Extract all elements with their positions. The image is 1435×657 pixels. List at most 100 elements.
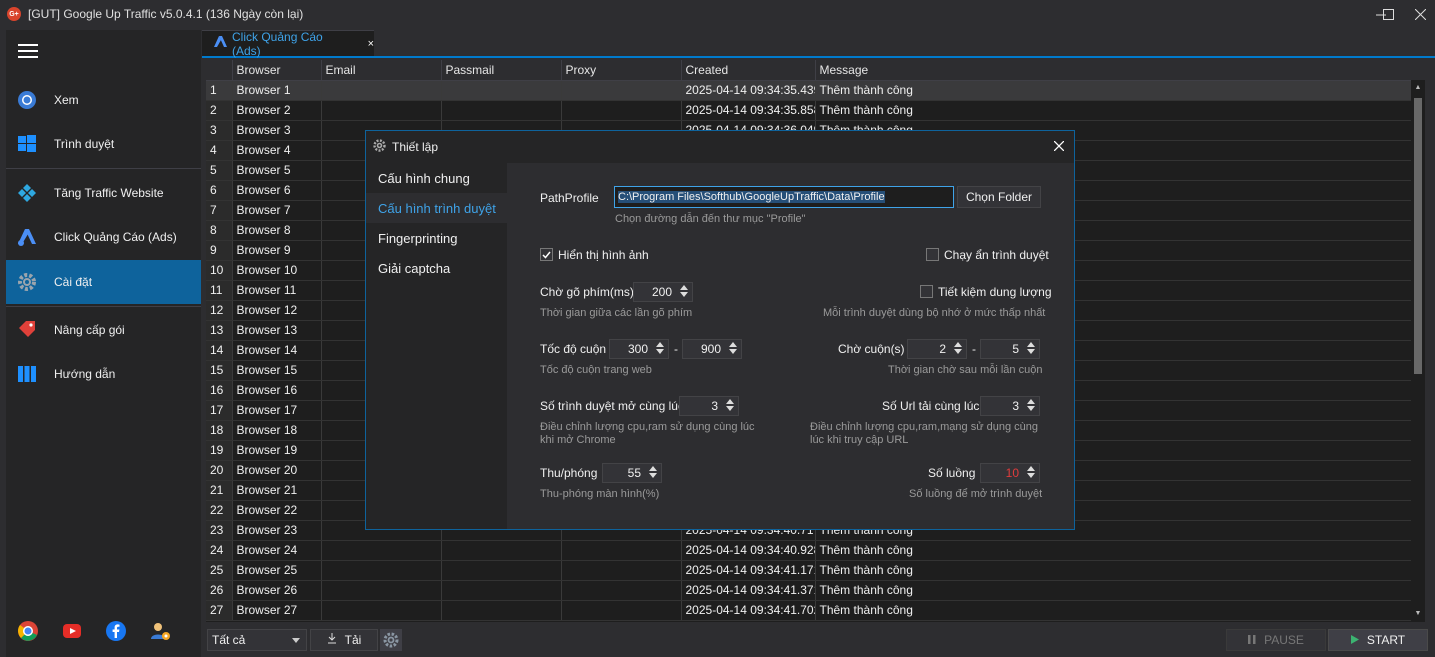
sidebar-item-label: Xem bbox=[54, 93, 79, 107]
chrome-icon[interactable] bbox=[17, 620, 39, 642]
sidebar-item-label: Nâng cấp gói bbox=[54, 323, 125, 337]
column-header[interactable]: Browser bbox=[232, 60, 322, 81]
row-number: 15 bbox=[206, 360, 233, 381]
sidebar-item-label: Tăng Traffic Website bbox=[54, 186, 164, 200]
row-number: 26 bbox=[206, 580, 233, 601]
zoom-stepper[interactable]: 55 bbox=[602, 463, 662, 483]
maximize-icon[interactable] bbox=[1373, 0, 1403, 28]
spin-arrows-icon[interactable] bbox=[728, 342, 738, 356]
sidebar-item-tang-traffic[interactable]: Tăng Traffic Website bbox=[6, 171, 201, 215]
table-cell: Browser 2 bbox=[232, 100, 322, 121]
spin-arrows-icon[interactable] bbox=[1026, 399, 1036, 413]
table-row[interactable]: 26 Browser 26 2025-04-14 09:34:41.371 Thêm … bbox=[206, 580, 1411, 601]
sidebar-item-label: Click Quảng Cáo (Ads) bbox=[54, 230, 177, 244]
table-row[interactable]: 24 Browser 24 2025-04-14 09:34:40.928 Thêm … bbox=[206, 540, 1411, 561]
sidebar-item-huong-dan[interactable]: Hướng dẫn bbox=[6, 352, 201, 396]
facebook-icon[interactable] bbox=[105, 620, 127, 642]
close-icon[interactable] bbox=[1405, 0, 1435, 28]
dialog-nav-fingerprinting[interactable]: Fingerprinting bbox=[378, 231, 458, 246]
choose-folder-button[interactable]: Chọn Folder bbox=[957, 186, 1041, 208]
table-cell: Thêm thành công bbox=[815, 540, 1411, 561]
column-header[interactable]: Proxy bbox=[561, 60, 682, 81]
settings-button[interactable] bbox=[380, 629, 402, 651]
sidebar-item-xem[interactable]: Xem bbox=[6, 78, 201, 122]
pause-button[interactable]: PAUSE bbox=[1226, 629, 1326, 651]
column-header[interactable]: Email bbox=[321, 60, 442, 81]
table-cell: Browser 13 bbox=[232, 320, 322, 341]
concurrent-browsers-stepper[interactable]: 3 bbox=[679, 396, 739, 416]
typing-delay-label: Chờ gõ phím(ms) bbox=[540, 285, 634, 299]
sidebar-item-trinh-duyet[interactable]: Trình duyệt bbox=[6, 122, 201, 166]
table-cell: Browser 23 bbox=[232, 520, 322, 541]
dialog-nav-captcha[interactable]: Giải captcha bbox=[378, 261, 450, 276]
concurrent-urls-hint-2: lúc khi truy cập URL bbox=[810, 434, 909, 446]
table-cell: 2025-04-14 09:34:41.171 bbox=[681, 560, 816, 581]
concurrent-browsers-hint-1: Điều chỉnh lượng cpu,ram sử dụng cùng lú… bbox=[540, 421, 755, 433]
download-button[interactable]: Tải bbox=[310, 629, 378, 651]
column-header[interactable]: Created bbox=[681, 60, 816, 81]
ads-icon bbox=[214, 36, 228, 51]
scroll-wait-min-stepper[interactable]: 2 bbox=[907, 339, 967, 359]
path-profile-hint: Chọn đường dẫn đến thư mục "Profile" bbox=[615, 213, 806, 225]
table-cell: 2025-04-14 09:34:41.702 bbox=[681, 600, 816, 621]
concurrent-browsers-value: 3 bbox=[711, 399, 718, 413]
threads-hint: Số luồng để mở trình duyệt bbox=[909, 488, 1043, 500]
scroll-speed-min-stepper[interactable]: 300 bbox=[609, 339, 669, 359]
table-cell: 2025-04-14 09:34:35.858 bbox=[681, 100, 816, 121]
threads-label: Số luồng bbox=[928, 466, 976, 480]
row-number: 20 bbox=[206, 460, 233, 481]
spin-arrows-icon[interactable] bbox=[1026, 342, 1036, 356]
spin-arrows-icon[interactable] bbox=[725, 399, 735, 413]
headless-checkbox[interactable] bbox=[926, 248, 939, 261]
dialog-nav-general[interactable]: Cấu hình chung bbox=[378, 171, 470, 186]
sidebar-item-nang-cap[interactable]: Nâng cấp gói bbox=[6, 308, 201, 352]
save-memory-checkbox[interactable] bbox=[920, 285, 933, 298]
table-row[interactable]: 1 Browser 1 2025-04-14 09:34:35.439 Thêm th… bbox=[206, 80, 1411, 101]
filter-select[interactable]: Tất cả bbox=[207, 629, 307, 651]
settings-dialog: Thiết lập Cấu hình chung Cấu hình trình … bbox=[365, 130, 1075, 530]
row-number: 23 bbox=[206, 520, 233, 541]
spin-arrows-icon[interactable] bbox=[679, 285, 689, 299]
typing-delay-stepper[interactable]: 200 bbox=[633, 282, 693, 302]
spin-arrows-icon[interactable] bbox=[1026, 466, 1036, 480]
scroll-speed-max-value: 900 bbox=[700, 342, 721, 356]
scroll-speed-max-stepper[interactable]: 900 bbox=[682, 339, 742, 359]
table-cell bbox=[321, 540, 442, 561]
start-button[interactable]: START bbox=[1328, 629, 1428, 651]
show-images-checkbox[interactable] bbox=[540, 248, 553, 261]
table-row[interactable]: 25 Browser 25 2025-04-14 09:34:41.171 Thêm … bbox=[206, 560, 1411, 581]
dialog-nav-browser-config[interactable]: Cấu hình trình duyệt bbox=[378, 201, 496, 216]
spin-arrows-icon[interactable] bbox=[655, 342, 665, 356]
sidebar-item-cai-dat[interactable]: Cài đặt bbox=[6, 260, 201, 304]
scroll-wait-max-stepper[interactable]: 5 bbox=[980, 339, 1040, 359]
save-memory-hint: Mỗi trình duyệt dùng bộ nhớ ở mức thấp n… bbox=[823, 307, 1046, 319]
scroll-wait-label: Chờ cuộn(s) bbox=[838, 342, 905, 356]
chevron-down-icon bbox=[292, 638, 300, 643]
column-header[interactable]: Passmail bbox=[441, 60, 562, 81]
spin-arrows-icon[interactable] bbox=[648, 466, 658, 480]
column-header[interactable] bbox=[206, 60, 233, 81]
threads-stepper[interactable]: 10 bbox=[980, 463, 1040, 483]
table-row[interactable]: 2 Browser 2 2025-04-14 09:34:35.858 Thêm th… bbox=[206, 100, 1411, 121]
scroll-down-icon[interactable]: ▼ bbox=[1414, 610, 1422, 617]
tab-close-icon[interactable]: × bbox=[368, 38, 374, 50]
sidebar-item-click-ads[interactable]: Click Quảng Cáo (Ads) bbox=[6, 215, 201, 259]
vertical-scrollbar[interactable]: ▲ ▼ bbox=[1411, 80, 1425, 622]
column-header[interactable]: Message bbox=[815, 60, 1411, 81]
table-row[interactable]: 27 Browser 27 2025-04-14 09:34:41.702 Thêm … bbox=[206, 600, 1411, 621]
path-profile-input[interactable]: C:\Program Files\Softhub\GoogleUpTraffic… bbox=[614, 186, 954, 208]
tab-click-ads[interactable]: Click Quảng Cáo (Ads) × bbox=[202, 30, 374, 58]
user-settings-icon[interactable] bbox=[149, 620, 171, 642]
dialog-close-icon[interactable] bbox=[1053, 138, 1065, 154]
table-cell: Browser 15 bbox=[232, 360, 322, 381]
table-cell bbox=[441, 100, 562, 121]
scroll-up-icon[interactable]: ▲ bbox=[1414, 84, 1422, 91]
table-cell: Browser 11 bbox=[232, 280, 322, 301]
hamburger-menu-icon[interactable] bbox=[18, 44, 38, 60]
youtube-icon[interactable] bbox=[61, 620, 83, 642]
table-cell: 2025-04-14 09:34:40.928 bbox=[681, 540, 816, 561]
scrollbar-thumb[interactable] bbox=[1414, 98, 1422, 374]
concurrent-urls-stepper[interactable]: 3 bbox=[980, 396, 1040, 416]
spin-arrows-icon[interactable] bbox=[953, 342, 963, 356]
table-cell bbox=[561, 540, 682, 561]
